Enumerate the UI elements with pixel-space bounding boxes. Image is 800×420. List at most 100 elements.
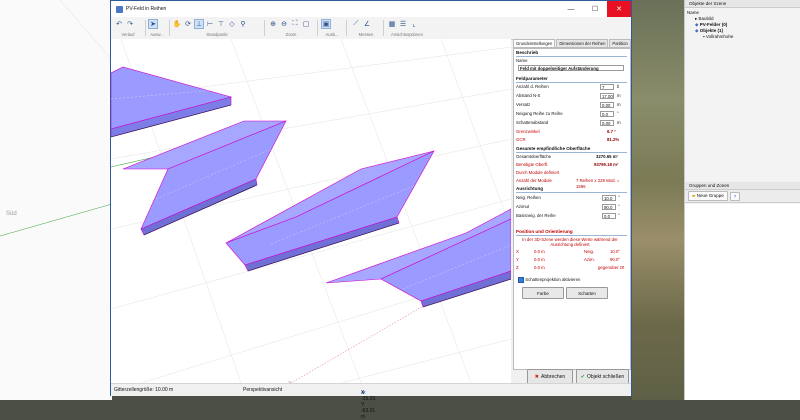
needed-area-value: 93799.18 m² (594, 162, 619, 167)
window-title: PV-Feld in Reihen (126, 6, 167, 12)
defined-by-modules-label: Durch Module definiert (516, 170, 560, 175)
section-position-title: Position und Orientierung (516, 229, 627, 236)
base-inclination-label: Basisneig. der Reihe (516, 213, 556, 218)
section-area-title: Gesamte empfindliche Oberfläche (516, 146, 627, 153)
groups-panel-title: Gruppen und Zonen (685, 182, 800, 190)
scene-grid-left (0, 0, 112, 237)
toolbar-group-zoom: ⊕ ⊖ ⛶ ▢ Zoom (268, 18, 314, 38)
pos-neig-label: Neig. (584, 249, 595, 254)
rotate-icon[interactable]: ⟳ (183, 19, 193, 29)
gcr-label: GCR (516, 137, 526, 142)
view-person-icon[interactable]: ⚲ (238, 19, 248, 29)
select-box-icon[interactable]: ▣ (321, 19, 331, 29)
3d-viewport[interactable]: X (111, 39, 511, 383)
help-icon[interactable]: ? (729, 191, 741, 201)
row-inclination-field[interactable]: 10.0 (602, 195, 616, 201)
pos-y-value: 0.0 m (534, 257, 545, 262)
row-tilt-label: Neigung Reihe zu Reihe (516, 111, 563, 116)
zoom-fit-icon[interactable]: ⛶ (290, 19, 300, 29)
total-area-label: Gesamtoberfläche (516, 154, 552, 159)
position-note: In der 3D-Szene werden diese Werte währe… (522, 237, 618, 247)
redo-icon[interactable]: ↷ (125, 19, 135, 29)
maximize-button[interactable]: ☐ (583, 1, 607, 17)
new-group-button[interactable]: ▰ Neue Gruppe (688, 191, 728, 201)
shade-distance-field[interactable]: 0.00 (600, 120, 614, 126)
axis-view-icon[interactable]: ⌞ (409, 19, 419, 29)
properties-tabs: Grundeinstellungen Dimensionen der Reihe… (513, 39, 631, 48)
groups-list-area (685, 204, 800, 400)
tab-basic-settings[interactable]: Grundeinstellungen (513, 39, 556, 47)
base-inclination-unit: ° (618, 213, 620, 218)
section-orientation-title: Ausrichtung (516, 186, 627, 193)
toolbar-label-history: Verlauf (121, 32, 135, 37)
spacing-unit: m (617, 93, 621, 98)
total-area-value: 3270.65 m² (596, 154, 618, 159)
minimize-button[interactable]: — (559, 1, 583, 17)
view-front-icon[interactable]: ⊥ (194, 19, 204, 29)
row-tilt-field[interactable]: 0.0 (600, 111, 614, 117)
spacing-label: Abstand N-S (516, 93, 541, 98)
shade-distance-unit: m (617, 120, 621, 125)
list-view-icon[interactable]: ☰ (398, 19, 408, 29)
tab-partition[interactable]: Partition (609, 39, 631, 47)
limit-angle-value: 6.7 ° (607, 129, 616, 134)
azimuth-field[interactable]: 90.0 (602, 204, 616, 210)
pv-rows-scene: X (111, 39, 511, 383)
zoom-box-icon[interactable]: ▢ (301, 19, 311, 29)
rows-count-spinner[interactable]: ⇕ (616, 84, 620, 90)
close-button[interactable]: ✕ (607, 1, 631, 17)
properties-body: Beschrieb Name Feld mit doppelseitiger A… (513, 48, 631, 370)
row-inclination-label: Neig. Reihen (516, 195, 541, 200)
pos-azim-value: 90.0° (610, 257, 621, 262)
color-button[interactable]: Farbe (522, 287, 564, 299)
base-inclination-field[interactable]: 0.0 (602, 213, 616, 219)
objects-panel-title: Objekte der Szene (685, 0, 800, 8)
toolbar-label-viewpoint: Standpunkt (206, 32, 228, 37)
tree-item-vollrahmhohe[interactable]: ▪ Vollrahmhohe (687, 34, 799, 40)
undo-icon[interactable]: ↶ (114, 19, 124, 29)
tab-row-dimensions[interactable]: Dimensionen der Reihen (556, 39, 609, 47)
measure-angle-icon[interactable]: ∠ (362, 19, 372, 29)
toolbar-group-viewpoint: ✋ ⟳ ⊥ ⊢ ⊤ ◇ ⚲ Standpunkt (172, 18, 262, 38)
offset-unit: m (617, 102, 621, 107)
pv-field-dialog: PV-Feld in Reihen — ☐ ✕ ↶ ↷ Verlauf ➤ Aus… (110, 0, 632, 420)
spacing-field[interactable]: 17.00 (600, 93, 614, 99)
groups-panel: Gruppen und Zonen ▰ Neue Gruppe ? (685, 182, 800, 203)
grid-size-status: Gitterzellengröße: 10.00 m (114, 387, 174, 393)
azimuth-unit: ° (618, 204, 620, 209)
limit-angle-label: Grenzwinkel (516, 129, 540, 134)
pos-x-value: 0.0 m (534, 249, 545, 254)
pointer-icon[interactable]: ➤ (148, 19, 158, 29)
view-iso-icon[interactable]: ◇ (227, 19, 237, 29)
view-side-icon[interactable]: ⊢ (205, 19, 215, 29)
name-field[interactable]: Feld mit doppelseitiger Aufständerung (518, 65, 624, 71)
measure-line-icon[interactable]: ⟋ (351, 19, 361, 29)
objects-tree: Name ▸ Baubild ◆ PV-Felder (0) ◆ Objekte… (685, 8, 800, 42)
pos-neig-value: 10.0° (610, 249, 621, 254)
toolbar-group-view-options: ▦ ☰ ⌞ Ansichtsoptionen (387, 18, 427, 38)
view-mode-status: Perspektivansicht (243, 387, 283, 393)
cancel-icon: ✖ (534, 374, 539, 380)
toolbar-group-history: ↶ ↷ Verlauf (114, 18, 142, 38)
shadow-projection-checkbox[interactable]: Schattenprojektion aktivieren (518, 277, 580, 283)
toolbar-group-display: ▣ Ausb... (321, 18, 343, 38)
modules-count-label: Anzahl der Module (516, 178, 552, 183)
shadow-button[interactable]: Schatten (566, 287, 608, 299)
toolbar-label-display: Ausb... (325, 32, 339, 37)
rows-count-field[interactable]: 7 (600, 84, 614, 90)
section-field-params: Feldparameter (516, 76, 627, 83)
pos-z-value: 0.0 m (534, 265, 545, 270)
row-tilt-unit: ° (617, 111, 619, 116)
pos-x-label: X (516, 249, 519, 254)
zoom-in-icon[interactable]: ⊕ (268, 19, 278, 29)
row-inclination-unit: ° (618, 195, 620, 200)
hand-icon[interactable]: ✋ (172, 19, 182, 29)
azimuth-label: Azimut (516, 204, 530, 209)
view-top-icon[interactable]: ⊤ (216, 19, 226, 29)
grid-view-icon[interactable]: ▦ (387, 19, 397, 29)
offset-field[interactable]: 0.00 (600, 102, 614, 108)
toolbar-label-selection: Ausw... (150, 32, 164, 37)
scene-objects-panel: Objekte der Szene Name ▸ Baubild ◆ PV-Fe… (684, 0, 800, 400)
toolbar-label-measure: Messen (358, 32, 374, 37)
zoom-out-icon[interactable]: ⊖ (279, 19, 289, 29)
